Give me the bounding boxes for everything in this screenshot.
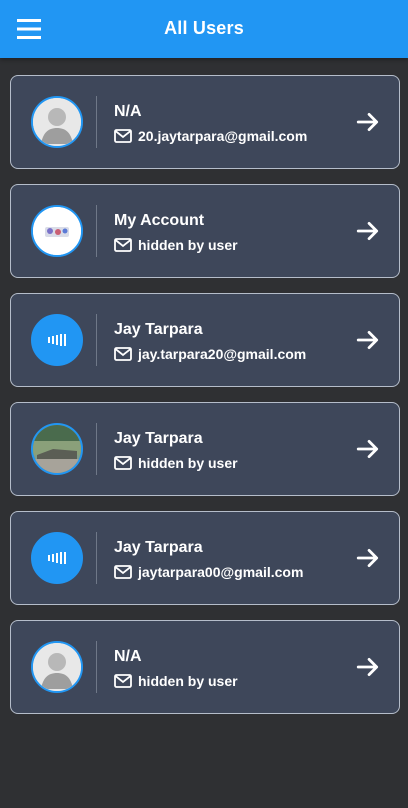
email-row: jay.tarpara20@gmail.com — [114, 346, 306, 362]
avatar — [31, 96, 83, 148]
arrow-right-icon[interactable] — [355, 436, 381, 462]
user-card[interactable]: Jay Tarpara hidden by user — [10, 402, 400, 496]
mail-icon — [114, 238, 132, 252]
divider — [96, 423, 97, 475]
page-title: All Users — [164, 18, 244, 38]
email-row: hidden by user — [114, 237, 238, 253]
mail-icon — [114, 456, 132, 470]
mail-icon — [114, 565, 132, 579]
user-card[interactable]: Jay Tarpara jaytarpara00@gmail.com — [10, 511, 400, 605]
arrow-right-icon[interactable] — [355, 327, 381, 353]
soundwave-logo-icon — [48, 334, 66, 346]
user-name: My Account — [114, 212, 205, 229]
user-email: jay.tarpara20@gmail.com — [138, 346, 307, 362]
user-name: Jay Tarpara — [114, 430, 203, 447]
arrow-right-icon[interactable] — [355, 109, 381, 135]
user-name: N/A — [114, 648, 142, 665]
divider — [96, 96, 97, 148]
user-email: 20.jaytarpara@gmail.com — [138, 128, 308, 144]
user-email: jaytarpara00@gmail.com — [138, 564, 304, 580]
mail-icon — [114, 129, 132, 143]
avatar — [31, 314, 83, 366]
landscape-photo-avatar-icon — [33, 425, 81, 473]
user-card[interactable]: N/A 20.jaytarpara@gmail.com — [10, 75, 400, 169]
email-row: hidden by user — [114, 455, 238, 471]
avatar — [31, 641, 83, 693]
arrow-right-icon[interactable] — [355, 654, 381, 680]
arrow-right-icon[interactable] — [355, 218, 381, 244]
default-person-avatar-icon — [33, 98, 81, 146]
user-name: N/A — [114, 103, 142, 120]
avatar — [31, 532, 83, 584]
user-card[interactable]: My Account hidden by user — [10, 184, 400, 278]
user-email: hidden by user — [138, 237, 238, 253]
mail-icon — [114, 347, 132, 361]
default-person-avatar-icon — [33, 643, 81, 691]
email-row: 20.jaytarpara@gmail.com — [114, 128, 307, 144]
avatar — [31, 205, 83, 257]
user-name: Jay Tarpara — [114, 321, 203, 338]
mail-icon — [114, 674, 132, 688]
email-row: hidden by user — [114, 673, 238, 689]
divider — [96, 314, 97, 366]
user-list: N/A 20.jaytarpara@gmail.com My Account h… — [10, 75, 400, 729]
divider — [96, 205, 97, 257]
email-row: jaytarpara00@gmail.com — [114, 564, 303, 580]
user-card[interactable]: Jay Tarpara jay.tarpara20@gmail.com — [10, 293, 400, 387]
divider — [96, 532, 97, 584]
divider — [96, 641, 97, 693]
user-name: Jay Tarpara — [114, 539, 203, 556]
arrow-right-icon[interactable] — [355, 545, 381, 571]
avatar — [31, 423, 83, 475]
user-email: hidden by user — [138, 673, 238, 689]
user-card[interactable]: N/A hidden by user — [10, 620, 400, 714]
app-bar: All Users — [0, 0, 408, 58]
soundwave-logo-icon — [48, 552, 66, 564]
user-email: hidden by user — [138, 455, 238, 471]
sticker-avatar-icon — [33, 207, 81, 255]
